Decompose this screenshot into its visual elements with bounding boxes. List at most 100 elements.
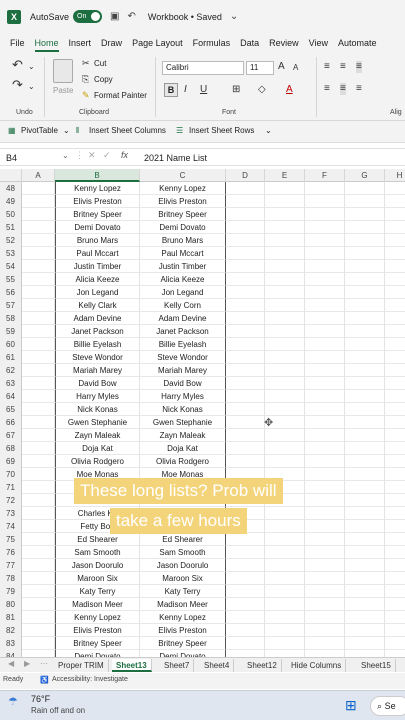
cell-d[interactable]: [226, 650, 265, 657]
cell-g[interactable]: [345, 611, 385, 624]
cell-b[interactable]: Sam Smooth: [55, 546, 140, 559]
row-number[interactable]: 80: [0, 598, 22, 611]
cell-h[interactable]: [385, 247, 405, 260]
save-icon[interactable]: ▣: [110, 11, 119, 22]
next-sheet-icon[interactable]: ▶: [24, 659, 30, 668]
prev-sheet-icon[interactable]: ◀: [8, 659, 14, 668]
more-options-icon[interactable]: ⋮: [75, 150, 84, 161]
cell-a[interactable]: [22, 364, 55, 377]
cell-a[interactable]: [22, 312, 55, 325]
cell-d[interactable]: [226, 598, 265, 611]
cell-c[interactable]: Demi Dovato: [140, 221, 226, 234]
insert-rows-button[interactable]: Insert Sheet Rows: [189, 126, 254, 135]
cell-a[interactable]: [22, 247, 55, 260]
cell-h[interactable]: [385, 351, 405, 364]
copy-button[interactable]: Copy: [94, 75, 113, 84]
cell-e[interactable]: [265, 247, 305, 260]
cell-d[interactable]: [226, 234, 265, 247]
cell-b[interactable]: Adam Devine: [55, 312, 140, 325]
cell-h[interactable]: [385, 208, 405, 221]
cell-h[interactable]: [385, 494, 405, 507]
cell-b[interactable]: Demi Dovato: [55, 650, 140, 657]
cell-f[interactable]: [305, 195, 345, 208]
cell-h[interactable]: [385, 624, 405, 637]
row-number[interactable]: 71: [0, 481, 22, 494]
undo-icon[interactable]: ↶: [12, 58, 23, 71]
cell-g[interactable]: [345, 494, 385, 507]
italic-button[interactable]: I: [184, 84, 187, 96]
cell-g[interactable]: [345, 195, 385, 208]
paste-button[interactable]: Paste: [53, 86, 73, 95]
cell-a[interactable]: [22, 260, 55, 273]
cell-h[interactable]: [385, 533, 405, 546]
cell-b[interactable]: Nick Konas: [55, 403, 140, 416]
cell-c[interactable]: Doja Kat: [140, 442, 226, 455]
cell-g[interactable]: [345, 338, 385, 351]
cell-f[interactable]: [305, 598, 345, 611]
row-number[interactable]: 52: [0, 234, 22, 247]
cell-e[interactable]: [265, 195, 305, 208]
column-header-a[interactable]: A: [22, 169, 55, 182]
cell-h[interactable]: [385, 403, 405, 416]
cell-b[interactable]: Britney Speer: [55, 208, 140, 221]
fill-color-icon[interactable]: ◇: [258, 84, 266, 96]
cell-a[interactable]: [22, 572, 55, 585]
row-number[interactable]: 64: [0, 390, 22, 403]
cell-h[interactable]: [385, 637, 405, 650]
column-header-d[interactable]: D: [226, 169, 265, 182]
cell-f[interactable]: [305, 403, 345, 416]
cell-h[interactable]: [385, 221, 405, 234]
row-number[interactable]: 60: [0, 338, 22, 351]
cell-a[interactable]: [22, 299, 55, 312]
row-number[interactable]: 61: [0, 351, 22, 364]
align-bottom-icon[interactable]: ≡: [356, 61, 362, 73]
cell-e[interactable]: [265, 585, 305, 598]
cell-d[interactable]: [226, 195, 265, 208]
cell-g[interactable]: [345, 624, 385, 637]
cell-d[interactable]: [226, 559, 265, 572]
cell-f[interactable]: [305, 650, 345, 657]
cell-a[interactable]: [22, 598, 55, 611]
cell-e[interactable]: [265, 572, 305, 585]
cell-f[interactable]: [305, 559, 345, 572]
cell-e[interactable]: [265, 637, 305, 650]
cell-c[interactable]: Zayn Maleak: [140, 429, 226, 442]
tab-home[interactable]: Home: [34, 38, 59, 52]
cell-c[interactable]: Harry Myles: [140, 390, 226, 403]
tab-formulas[interactable]: Formulas: [193, 38, 231, 48]
cell-e[interactable]: [265, 598, 305, 611]
cell-b[interactable]: Olivia Rodgero: [55, 455, 140, 468]
cell-h[interactable]: [385, 546, 405, 559]
autosave-toggle[interactable]: On: [73, 10, 103, 23]
cell-c[interactable]: Britney Speer: [140, 208, 226, 221]
cell-f[interactable]: [305, 429, 345, 442]
cell-d[interactable]: [226, 325, 265, 338]
row-number[interactable]: 53: [0, 247, 22, 260]
tab-file[interactable]: File: [10, 38, 25, 48]
cell-c[interactable]: Kenny Lopez: [140, 182, 226, 195]
cell-e[interactable]: [265, 351, 305, 364]
row-number[interactable]: 72: [0, 494, 22, 507]
row-number[interactable]: 78: [0, 572, 22, 585]
cell-d[interactable]: [226, 377, 265, 390]
column-header-f[interactable]: F: [305, 169, 345, 182]
cell-f[interactable]: [305, 442, 345, 455]
cell-h[interactable]: [385, 416, 405, 429]
row-number[interactable]: 48: [0, 182, 22, 195]
cell-c[interactable]: Katy Terry: [140, 585, 226, 598]
row-number[interactable]: 68: [0, 442, 22, 455]
sheet-tab[interactable]: Sheet13: [112, 659, 152, 672]
row-number[interactable]: 50: [0, 208, 22, 221]
cell-c[interactable]: Justin Timber: [140, 260, 226, 273]
cell-d[interactable]: [226, 338, 265, 351]
cell-d[interactable]: [226, 442, 265, 455]
cell-h[interactable]: [385, 286, 405, 299]
cell-b[interactable]: Demi Dovato: [55, 221, 140, 234]
cell-f[interactable]: [305, 390, 345, 403]
row-number[interactable]: 51: [0, 221, 22, 234]
formula-input[interactable]: 2021 Name List: [144, 151, 207, 165]
cell-c[interactable]: Janet Packson: [140, 325, 226, 338]
cell-e[interactable]: [265, 650, 305, 657]
cell-a[interactable]: [22, 455, 55, 468]
cell-f[interactable]: [305, 286, 345, 299]
